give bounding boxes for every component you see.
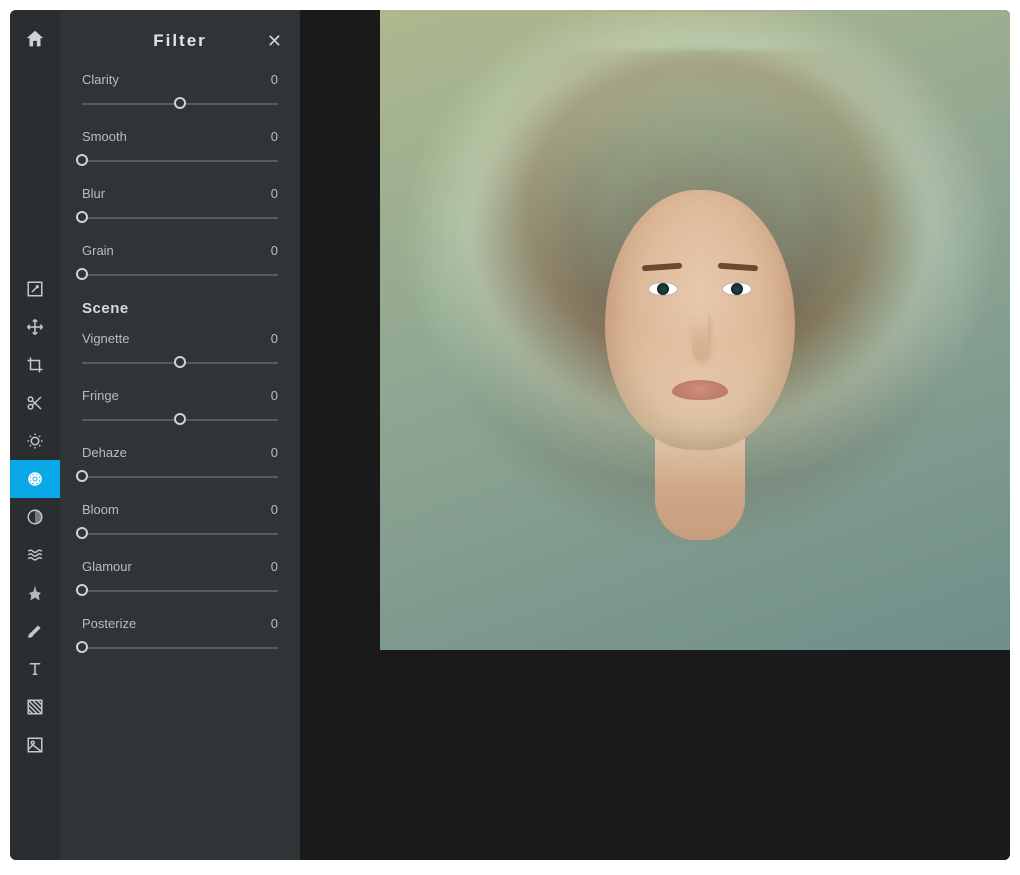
- tool-filter[interactable]: [10, 460, 60, 498]
- left-toolbar: [10, 10, 60, 860]
- slider-value: 0: [271, 72, 278, 87]
- slider-clarity: Clarity 0: [82, 72, 278, 111]
- slider-value: 0: [271, 445, 278, 460]
- tool-brush[interactable]: [10, 612, 60, 650]
- canvas-area[interactable]: [300, 10, 1010, 860]
- slider-thumb[interactable]: [76, 584, 88, 596]
- slider-track[interactable]: [82, 527, 278, 541]
- slider-smooth: Smooth 0: [82, 129, 278, 168]
- home-button[interactable]: [24, 28, 46, 50]
- filter-panel: Filter ✕ Clarity 0 Smooth 0 Blur 0 Grain 0 Scene…: [60, 10, 300, 860]
- slider-track[interactable]: [82, 154, 278, 168]
- slider-label: Blur: [82, 186, 105, 201]
- slider-label: Glamour: [82, 559, 132, 574]
- slider-glamour: Glamour 0: [82, 559, 278, 598]
- slider-track[interactable]: [82, 470, 278, 484]
- slider-vignette: Vignette 0: [82, 331, 278, 370]
- slider-value: 0: [271, 129, 278, 144]
- slider-label: Fringe: [82, 388, 119, 403]
- slider-thumb[interactable]: [76, 211, 88, 223]
- slider-blur: Blur 0: [82, 186, 278, 225]
- tool-pattern[interactable]: [10, 688, 60, 726]
- slider-label: Posterize: [82, 616, 136, 631]
- slider-grain: Grain 0: [82, 243, 278, 282]
- tool-liquify[interactable]: [10, 536, 60, 574]
- slider-bloom: Bloom 0: [82, 502, 278, 541]
- portrait-illustration: [380, 10, 1010, 650]
- tool-clone[interactable]: [10, 574, 60, 612]
- section-title: Scene: [82, 300, 278, 317]
- slider-track[interactable]: [82, 356, 278, 370]
- slider-track[interactable]: [82, 268, 278, 282]
- app-window: Filter ✕ Clarity 0 Smooth 0 Blur 0 Grain 0 Scene…: [10, 10, 1010, 860]
- tool-move[interactable]: [10, 308, 60, 346]
- slider-thumb[interactable]: [76, 470, 88, 482]
- slider-value: 0: [271, 616, 278, 631]
- slider-thumb[interactable]: [76, 641, 88, 653]
- tool-cut[interactable]: [10, 384, 60, 422]
- slider-label: Grain: [82, 243, 114, 258]
- tool-image[interactable]: [10, 726, 60, 764]
- slider-thumb[interactable]: [76, 154, 88, 166]
- slider-label: Bloom: [82, 502, 119, 517]
- slider-track[interactable]: [82, 641, 278, 655]
- slider-posterize: Posterize 0: [82, 616, 278, 655]
- slider-track[interactable]: [82, 97, 278, 111]
- slider-track[interactable]: [82, 413, 278, 427]
- slider-thumb[interactable]: [76, 268, 88, 280]
- slider-label: Clarity: [82, 72, 119, 87]
- tool-resize[interactable]: [10, 270, 60, 308]
- slider-value: 0: [271, 243, 278, 258]
- slider-label: Vignette: [82, 331, 129, 346]
- slider-value: 0: [271, 559, 278, 574]
- slider-value: 0: [271, 388, 278, 403]
- slider-fringe: Fringe 0: [82, 388, 278, 427]
- slider-track[interactable]: [82, 211, 278, 225]
- slider-thumb[interactable]: [174, 413, 186, 425]
- tool-crop[interactable]: [10, 346, 60, 384]
- slider-value: 0: [271, 502, 278, 517]
- slider-track[interactable]: [82, 584, 278, 598]
- panel-title: Filter: [153, 31, 207, 51]
- slider-thumb[interactable]: [174, 356, 186, 368]
- canvas-image[interactable]: [380, 10, 1010, 650]
- tool-adjust[interactable]: [10, 422, 60, 460]
- slider-thumb[interactable]: [174, 97, 186, 109]
- slider-label: Smooth: [82, 129, 127, 144]
- panel-header: Filter ✕: [82, 10, 278, 72]
- slider-value: 0: [271, 186, 278, 201]
- slider-thumb[interactable]: [76, 527, 88, 539]
- close-icon[interactable]: ✕: [267, 32, 282, 50]
- slider-dehaze: Dehaze 0: [82, 445, 278, 484]
- slider-label: Dehaze: [82, 445, 127, 460]
- tool-text[interactable]: [10, 650, 60, 688]
- tool-vignette[interactable]: [10, 498, 60, 536]
- slider-value: 0: [271, 331, 278, 346]
